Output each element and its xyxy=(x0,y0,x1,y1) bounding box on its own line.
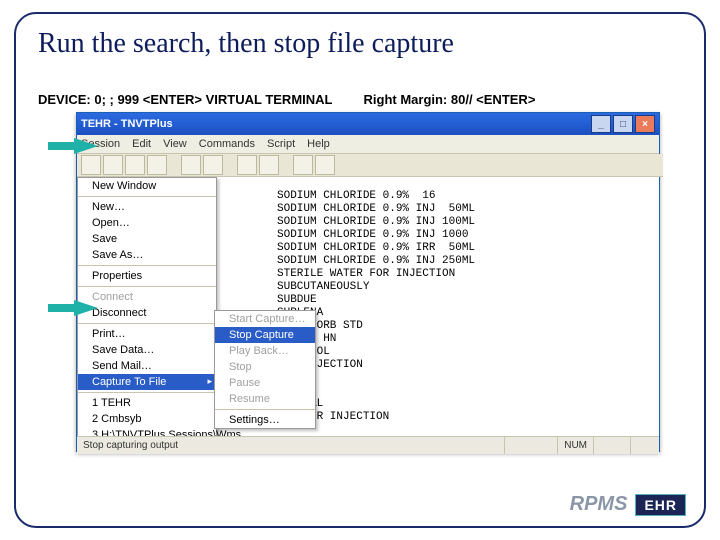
instruction-left: DEVICE: 0; ; 999 <ENTER> VIRTUAL TERMINA… xyxy=(38,92,332,107)
menu-item-properties[interactable]: Properties xyxy=(78,268,216,284)
instruction-text: DEVICE: 0; ; 999 <ENTER> VIRTUAL TERMINA… xyxy=(38,92,698,107)
toolbar-button[interactable] xyxy=(259,155,279,175)
arrow-capture-item-icon xyxy=(74,300,98,316)
menubar: Session Edit View Commands Script Help xyxy=(77,135,659,154)
menu-help[interactable]: Help xyxy=(307,138,330,150)
toolbar xyxy=(77,154,663,177)
arrow-session-menu-icon xyxy=(74,138,98,154)
app-window: TEHR - TNVTPlus _ □ × Session Edit View … xyxy=(76,112,660,452)
close-button[interactable]: × xyxy=(635,115,655,133)
maximize-button[interactable]: □ xyxy=(613,115,633,133)
menu-item-save-data[interactable]: Save Data… xyxy=(78,342,216,358)
footer-logo: RPMS EHR xyxy=(570,493,686,516)
menu-item-send-mail[interactable]: Send Mail… xyxy=(78,358,216,374)
menu-item-recent-1[interactable]: 1 TEHR xyxy=(78,395,216,411)
menu-item-save-as[interactable]: Save As… xyxy=(78,247,216,263)
submenu-resume: Resume xyxy=(215,391,315,407)
titlebar[interactable]: TEHR - TNVTPlus _ □ × xyxy=(77,113,659,135)
logo-rpms: RPMS xyxy=(570,493,628,516)
toolbar-button[interactable] xyxy=(237,155,257,175)
instruction-right: Right Margin: 80// <ENTER> xyxy=(364,92,536,107)
menu-commands[interactable]: Commands xyxy=(199,138,255,150)
toolbar-button[interactable] xyxy=(293,155,313,175)
submenu-pause: Pause xyxy=(215,375,315,391)
status-num: NUM xyxy=(557,437,593,454)
toolbar-button[interactable] xyxy=(147,155,167,175)
menu-item-open[interactable]: Open… xyxy=(78,215,216,231)
menu-edit[interactable]: Edit xyxy=(132,138,151,150)
menu-item-new-window[interactable]: New Window xyxy=(78,178,216,194)
menu-item-recent-3[interactable]: 3 H:\TNVTPlus Sessions\Wms xyxy=(78,427,216,436)
submenu-start-capture: Start Capture… xyxy=(215,311,315,327)
submenu-playback: Play Back… xyxy=(215,343,315,359)
menu-item-recent-2[interactable]: 2 Cmbsyb xyxy=(78,411,216,427)
status-message: Stop capturing output xyxy=(77,437,504,454)
submenu-settings[interactable]: Settings… xyxy=(215,412,315,428)
capture-submenu-popup: Start Capture… Stop Capture Play Back… S… xyxy=(214,310,316,429)
slide-title: Run the search, then stop file capture xyxy=(38,28,454,60)
toolbar-button[interactable] xyxy=(81,155,101,175)
submenu-stop-capture[interactable]: Stop Capture xyxy=(215,327,315,343)
toolbar-button[interactable] xyxy=(315,155,335,175)
toolbar-button[interactable] xyxy=(125,155,145,175)
menu-item-disconnect[interactable]: Disconnect xyxy=(78,305,216,321)
menu-script[interactable]: Script xyxy=(267,138,295,150)
menu-item-connect: Connect xyxy=(78,289,216,305)
toolbar-button[interactable] xyxy=(103,155,123,175)
menu-item-new[interactable]: New… xyxy=(78,199,216,215)
menu-item-capture[interactable]: Capture To File xyxy=(78,374,216,390)
window-title: TEHR - TNVTPlus xyxy=(81,118,173,130)
minimize-button[interactable]: _ xyxy=(591,115,611,133)
toolbar-button[interactable] xyxy=(203,155,223,175)
terminal-area[interactable]: SODIUM CHLORIDE 0.9% 16 SODIUM CHLORIDE … xyxy=(77,177,659,436)
toolbar-button[interactable] xyxy=(181,155,201,175)
logo-ehr: EHR xyxy=(635,494,686,516)
statusbar: Stop capturing output NUM xyxy=(77,436,659,454)
submenu-stop: Stop xyxy=(215,359,315,375)
session-menu-popup: New Window New… Open… Save Save As… Prop… xyxy=(77,177,217,436)
menu-item-save[interactable]: Save xyxy=(78,231,216,247)
menu-item-print[interactable]: Print… xyxy=(78,326,216,342)
menu-view[interactable]: View xyxy=(163,138,187,150)
